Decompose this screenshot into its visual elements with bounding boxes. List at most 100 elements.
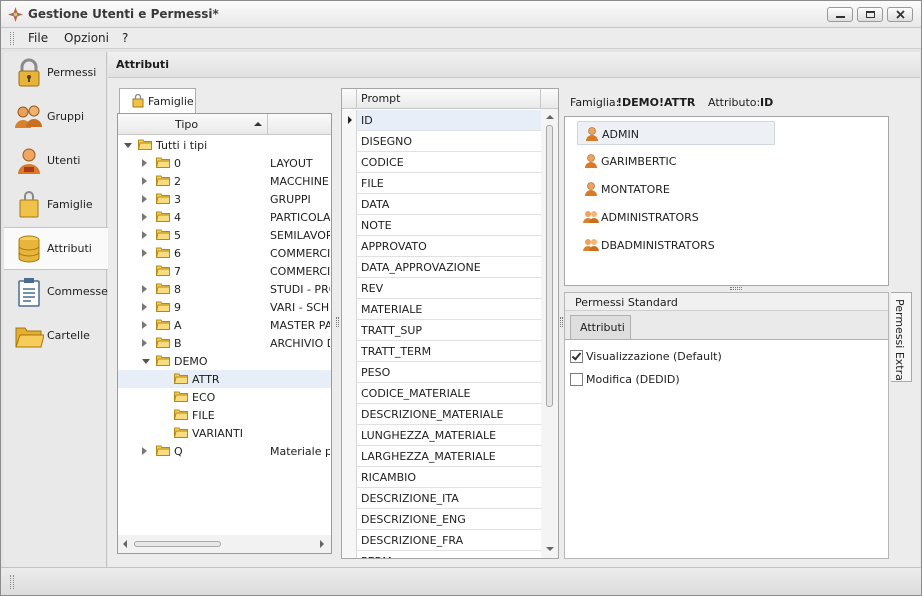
tree-row[interactable]: Tutti i tipi: [118, 136, 331, 154]
row-indicator[interactable]: [342, 530, 357, 551]
grid-row[interactable]: CODICE: [342, 152, 542, 173]
sidebar-item-utenti[interactable]: Utenti: [4, 140, 107, 183]
row-indicator[interactable]: [342, 173, 357, 194]
collapsed-arrow-icon[interactable]: [142, 177, 147, 185]
sidebar-item-permessi[interactable]: Permessi: [4, 52, 107, 95]
scroll-left-icon[interactable]: [123, 540, 127, 548]
tree-row[interactable]: 9 VARI - SCHEMI: [118, 298, 331, 316]
grid-vertical-scrollbar[interactable]: [541, 109, 558, 558]
grid-row[interactable]: DESCRIZIONE_FRA: [342, 530, 542, 551]
row-indicator[interactable]: [342, 383, 357, 404]
scroll-up-icon[interactable]: [546, 115, 554, 119]
tree-row[interactable]: 8 STUDI - PROGETTI: [118, 280, 331, 298]
splitter-right[interactable]: [560, 317, 563, 327]
row-indicator[interactable]: [342, 215, 357, 236]
user-list-item[interactable]: GARIMBERTIC: [577, 149, 777, 173]
row-indicator[interactable]: [342, 278, 357, 299]
row-indicator[interactable]: [342, 236, 357, 257]
collapsed-arrow-icon[interactable]: [142, 195, 147, 203]
tree-row[interactable]: 2 MACCHINE: [118, 172, 331, 190]
tree-row[interactable]: A MASTER PARTS: [118, 316, 331, 334]
row-indicator[interactable]: [342, 467, 357, 488]
sidebar-item-cartelle[interactable]: Cartelle: [4, 315, 107, 358]
expanded-arrow-icon[interactable]: [124, 143, 132, 148]
row-indicator[interactable]: [342, 194, 357, 215]
tree-row[interactable]: 4 PARTICOLARI: [118, 208, 331, 226]
tree-row[interactable]: DEMO: [118, 352, 331, 370]
row-indicator[interactable]: [342, 299, 357, 320]
grid-row[interactable]: ID: [342, 110, 542, 131]
grid-row[interactable]: LUNGHEZZA_MATERIALE: [342, 425, 542, 446]
tree-row[interactable]: 5 SEMILAVORATI: [118, 226, 331, 244]
minimize-button[interactable]: [827, 7, 853, 22]
user-list-item[interactable]: MONTATORE: [577, 177, 777, 201]
scroll-thumb[interactable]: [134, 541, 221, 547]
close-button[interactable]: [887, 7, 913, 22]
collapsed-arrow-icon[interactable]: [142, 213, 147, 221]
row-indicator[interactable]: [342, 131, 357, 152]
row-indicator[interactable]: [342, 257, 357, 278]
menu-help[interactable]: ?: [122, 31, 128, 45]
checked-checkbox[interactable]: [570, 350, 583, 363]
tree-row[interactable]: ECO: [118, 388, 331, 406]
grid-row[interactable]: TRATT_SUP: [342, 320, 542, 341]
tree-row[interactable]: 3 GRUPPI: [118, 190, 331, 208]
grid-row[interactable]: NOTE: [342, 215, 542, 236]
row-indicator[interactable]: [342, 488, 357, 509]
collapsed-arrow-icon[interactable]: [142, 231, 147, 239]
splitter-horizontal[interactable]: [730, 287, 742, 290]
collapsed-arrow-icon[interactable]: [142, 447, 147, 455]
row-indicator[interactable]: [342, 425, 357, 446]
user-list-item[interactable]: ADMINISTRATORS: [577, 205, 777, 229]
grid-row[interactable]: DATA: [342, 194, 542, 215]
grid-row[interactable]: REV: [342, 278, 542, 299]
row-indicator[interactable]: [342, 551, 357, 558]
scroll-down-icon[interactable]: [546, 547, 554, 551]
tree-row[interactable]: VARIANTI: [118, 424, 331, 442]
grid-row[interactable]: PESO: [342, 362, 542, 383]
scroll-right-icon[interactable]: [320, 540, 324, 548]
grid-row[interactable]: DESCRIZIONE_MATERIALE: [342, 404, 542, 425]
sidebar-item-gruppi[interactable]: Gruppi: [4, 96, 107, 139]
grid-column-prompt[interactable]: Prompt: [357, 89, 541, 109]
tree-horizontal-scrollbar[interactable]: [118, 535, 331, 553]
row-indicator[interactable]: [342, 362, 357, 383]
tab-attributi[interactable]: Attributi: [570, 315, 631, 339]
row-indicator[interactable]: [342, 320, 357, 341]
grid-row[interactable]: APPROVATO: [342, 236, 542, 257]
grid-row[interactable]: TRATT_TERM: [342, 341, 542, 362]
row-indicator[interactable]: [342, 341, 357, 362]
grid-row[interactable]: CODICE_MATERIALE: [342, 383, 542, 404]
grid-row[interactable]: DISEGNO: [342, 131, 542, 152]
row-indicator[interactable]: [342, 446, 357, 467]
collapsed-arrow-icon[interactable]: [142, 285, 147, 293]
menu-file[interactable]: File: [28, 31, 48, 45]
sidebar-item-commesse[interactable]: Commesse: [4, 271, 108, 314]
unchecked-checkbox[interactable]: [570, 373, 583, 386]
grid-row[interactable]: DESCRIZIONE_ENG: [342, 509, 542, 530]
collapsed-arrow-icon[interactable]: [142, 339, 147, 347]
maximize-button[interactable]: [857, 7, 883, 22]
grid-row[interactable]: DATA_APPROVAZIONE: [342, 257, 542, 278]
grid-row[interactable]: MATERIALE: [342, 299, 542, 320]
row-indicator[interactable]: [342, 404, 357, 425]
grid-row[interactable]: DESCRIZIONE_ITA: [342, 488, 542, 509]
tree-row[interactable]: FILE: [118, 406, 331, 424]
collapsed-arrow-icon[interactable]: [142, 159, 147, 167]
grid-row[interactable]: PERM: [342, 551, 542, 558]
row-indicator[interactable]: [342, 509, 357, 530]
user-list-item[interactable]: DBADMINISTRATORS: [577, 233, 777, 257]
row-indicator[interactable]: [342, 152, 357, 173]
tree-row[interactable]: Q Materiale per: [118, 442, 331, 460]
collapsed-arrow-icon[interactable]: [142, 303, 147, 311]
tree-row[interactable]: ATTR: [118, 370, 331, 388]
sidebar-item-famiglie[interactable]: Famiglie: [4, 184, 107, 227]
grid-row[interactable]: LARGHEZZA_MATERIALE: [342, 446, 542, 467]
tree-row[interactable]: 7 COMMERCIALI: [118, 262, 331, 280]
scroll-thumb[interactable]: [546, 125, 553, 407]
tree-row[interactable]: 0 LAYOUT: [118, 154, 331, 172]
collapsed-arrow-icon[interactable]: [142, 249, 147, 257]
sidebar-item-attributi[interactable]: Attributi: [4, 227, 108, 270]
tree-row[interactable]: 6 COMMERCIALI: [118, 244, 331, 262]
grid-row[interactable]: RICAMBIO: [342, 467, 542, 488]
